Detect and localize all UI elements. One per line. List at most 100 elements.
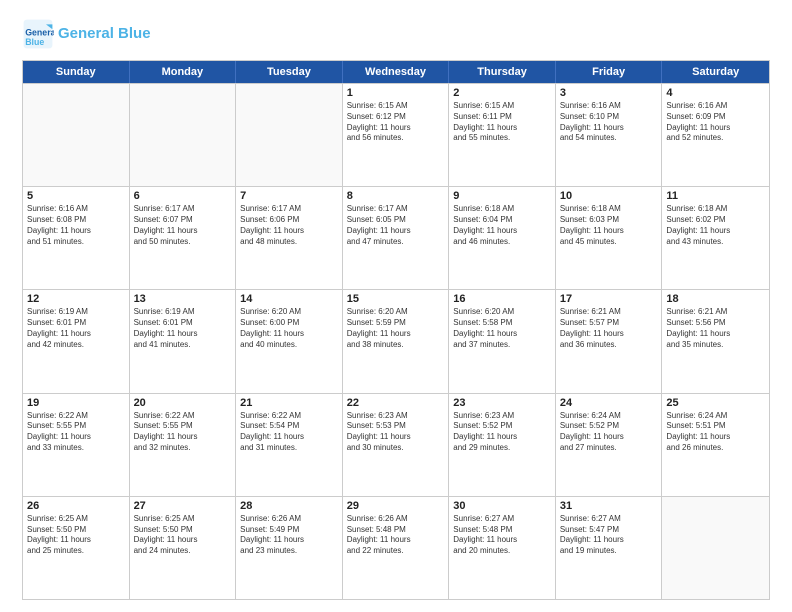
day-number: 14 [240, 293, 338, 305]
calendar-cell-r1-c0: 5 Sunrise: 6:16 AM Sunset: 6:08 PM Daylig… [23, 187, 130, 289]
calendar-row-1: 5 Sunrise: 6:16 AM Sunset: 6:08 PM Daylig… [23, 186, 769, 289]
cell-info: Sunrise: 6:23 AM Sunset: 5:53 PM Dayligh… [347, 411, 445, 454]
day-number: 5 [27, 190, 125, 202]
day-number: 21 [240, 397, 338, 409]
day-number: 4 [666, 87, 765, 99]
page: General Blue General Blue SundayMondayTu… [0, 0, 792, 612]
day-number: 8 [347, 190, 445, 202]
cell-info: Sunrise: 6:16 AM Sunset: 6:10 PM Dayligh… [560, 101, 658, 144]
day-number: 23 [453, 397, 551, 409]
day-header-monday: Monday [130, 61, 237, 83]
cell-info: Sunrise: 6:20 AM Sunset: 5:59 PM Dayligh… [347, 307, 445, 350]
calendar-cell-r4-c1: 27Sunrise: 6:25 AM Sunset: 5:50 PM Dayli… [130, 497, 237, 599]
logo-icon: General Blue [22, 18, 54, 50]
calendar-cell-r2-c3: 15 Sunrise: 6:20 AM Sunset: 5:59 PM Dayli… [343, 290, 450, 392]
day-number: 16 [453, 293, 551, 305]
day-number: 11 [666, 190, 765, 202]
cell-info: Sunrise: 6:15 AM Sunset: 6:11 PM Dayligh… [453, 101, 551, 144]
calendar-row-0: 1 Sunrise: 6:15 AM Sunset: 6:12 PM Daylig… [23, 83, 769, 186]
calendar-cell-r2-c0: 12 Sunrise: 6:19 AM Sunset: 6:01 PM Dayli… [23, 290, 130, 392]
cell-info: Sunrise: 6:17 AM Sunset: 6:06 PM Dayligh… [240, 204, 338, 247]
calendar-row-4: 26Sunrise: 6:25 AM Sunset: 5:50 PM Dayli… [23, 496, 769, 599]
calendar-cell-r0-c3: 1 Sunrise: 6:15 AM Sunset: 6:12 PM Daylig… [343, 84, 450, 186]
cell-info: Sunrise: 6:26 AM Sunset: 5:48 PM Dayligh… [347, 514, 445, 557]
day-number: 3 [560, 87, 658, 99]
calendar-cell-r1-c1: 6Sunrise: 6:17 AM Sunset: 6:07 PM Daylig… [130, 187, 237, 289]
day-number: 10 [560, 190, 658, 202]
logo: General Blue General Blue [22, 18, 151, 50]
cell-info: Sunrise: 6:24 AM Sunset: 5:51 PM Dayligh… [666, 411, 765, 454]
day-number: 27 [134, 500, 232, 512]
cell-info: Sunrise: 6:18 AM Sunset: 6:02 PM Dayligh… [666, 204, 765, 247]
calendar-cell-r0-c0 [23, 84, 130, 186]
day-number: 2 [453, 87, 551, 99]
calendar-cell-r3-c5: 24 Sunrise: 6:24 AM Sunset: 5:52 PM Dayli… [556, 394, 663, 496]
cell-info: Sunrise: 6:22 AM Sunset: 5:55 PM Dayligh… [134, 411, 232, 454]
calendar-cell-r1-c5: 10Sunrise: 6:18 AM Sunset: 6:03 PM Dayli… [556, 187, 663, 289]
day-number: 22 [347, 397, 445, 409]
day-header-thursday: Thursday [449, 61, 556, 83]
cell-info: Sunrise: 6:17 AM Sunset: 6:05 PM Dayligh… [347, 204, 445, 247]
calendar-row-2: 12 Sunrise: 6:19 AM Sunset: 6:01 PM Dayli… [23, 289, 769, 392]
calendar-cell-r2-c1: 13Sunrise: 6:19 AM Sunset: 6:01 PM Dayli… [130, 290, 237, 392]
cell-info: Sunrise: 6:15 AM Sunset: 6:12 PM Dayligh… [347, 101, 445, 144]
calendar-cell-r1-c3: 8 Sunrise: 6:17 AM Sunset: 6:05 PM Daylig… [343, 187, 450, 289]
day-number: 25 [666, 397, 765, 409]
cell-info: Sunrise: 6:23 AM Sunset: 5:52 PM Dayligh… [453, 411, 551, 454]
day-number: 24 [560, 397, 658, 409]
day-number: 30 [453, 500, 551, 512]
svg-text:General: General [25, 28, 54, 38]
day-number: 7 [240, 190, 338, 202]
cell-info: Sunrise: 6:27 AM Sunset: 5:48 PM Dayligh… [453, 514, 551, 557]
calendar-header: SundayMondayTuesdayWednesdayThursdayFrid… [23, 61, 769, 83]
day-number: 13 [134, 293, 232, 305]
cell-info: Sunrise: 6:20 AM Sunset: 5:58 PM Dayligh… [453, 307, 551, 350]
day-number: 6 [134, 190, 232, 202]
day-number: 18 [666, 293, 765, 305]
day-header-tuesday: Tuesday [236, 61, 343, 83]
calendar-cell-r4-c2: 28 Sunrise: 6:26 AM Sunset: 5:49 PM Dayli… [236, 497, 343, 599]
day-number: 17 [560, 293, 658, 305]
calendar-cell-r2-c2: 14Sunrise: 6:20 AM Sunset: 6:00 PM Dayli… [236, 290, 343, 392]
calendar: SundayMondayTuesdayWednesdayThursdayFrid… [22, 60, 770, 600]
calendar-cell-r1-c6: 11 Sunrise: 6:18 AM Sunset: 6:02 PM Dayli… [662, 187, 769, 289]
cell-info: Sunrise: 6:25 AM Sunset: 5:50 PM Dayligh… [27, 514, 125, 557]
calendar-cell-r4-c4: 30 Sunrise: 6:27 AM Sunset: 5:48 PM Dayli… [449, 497, 556, 599]
cell-info: Sunrise: 6:27 AM Sunset: 5:47 PM Dayligh… [560, 514, 658, 557]
day-number: 31 [560, 500, 658, 512]
day-number: 15 [347, 293, 445, 305]
day-number: 28 [240, 500, 338, 512]
cell-info: Sunrise: 6:22 AM Sunset: 5:55 PM Dayligh… [27, 411, 125, 454]
cell-info: Sunrise: 6:21 AM Sunset: 5:56 PM Dayligh… [666, 307, 765, 350]
calendar-cell-r3-c3: 22 Sunrise: 6:23 AM Sunset: 5:53 PM Dayli… [343, 394, 450, 496]
day-number: 20 [134, 397, 232, 409]
day-number: 12 [27, 293, 125, 305]
cell-info: Sunrise: 6:22 AM Sunset: 5:54 PM Dayligh… [240, 411, 338, 454]
calendar-row-3: 19Sunrise: 6:22 AM Sunset: 5:55 PM Dayli… [23, 393, 769, 496]
day-header-wednesday: Wednesday [343, 61, 450, 83]
calendar-cell-r1-c2: 7 Sunrise: 6:17 AM Sunset: 6:06 PM Daylig… [236, 187, 343, 289]
day-number: 29 [347, 500, 445, 512]
logo-general: General [58, 25, 114, 42]
calendar-cell-r4-c5: 31 Sunrise: 6:27 AM Sunset: 5:47 PM Dayli… [556, 497, 663, 599]
calendar-cell-r0-c1 [130, 84, 237, 186]
calendar-cell-r1-c4: 9 Sunrise: 6:18 AM Sunset: 6:04 PM Daylig… [449, 187, 556, 289]
svg-text:Blue: Blue [25, 37, 44, 47]
day-number: 9 [453, 190, 551, 202]
cell-info: Sunrise: 6:16 AM Sunset: 6:09 PM Dayligh… [666, 101, 765, 144]
cell-info: Sunrise: 6:19 AM Sunset: 6:01 PM Dayligh… [27, 307, 125, 350]
day-header-saturday: Saturday [662, 61, 769, 83]
cell-info: Sunrise: 6:26 AM Sunset: 5:49 PM Dayligh… [240, 514, 338, 557]
calendar-cell-r2-c5: 17Sunrise: 6:21 AM Sunset: 5:57 PM Dayli… [556, 290, 663, 392]
cell-info: Sunrise: 6:16 AM Sunset: 6:08 PM Dayligh… [27, 204, 125, 247]
calendar-cell-r0-c6: 4 Sunrise: 6:16 AM Sunset: 6:09 PM Daylig… [662, 84, 769, 186]
header: General Blue General Blue [22, 18, 770, 50]
cell-info: Sunrise: 6:18 AM Sunset: 6:04 PM Dayligh… [453, 204, 551, 247]
calendar-cell-r0-c2 [236, 84, 343, 186]
calendar-cell-r2-c4: 16 Sunrise: 6:20 AM Sunset: 5:58 PM Dayli… [449, 290, 556, 392]
cell-info: Sunrise: 6:24 AM Sunset: 5:52 PM Dayligh… [560, 411, 658, 454]
day-number: 1 [347, 87, 445, 99]
calendar-cell-r0-c5: 3 Sunrise: 6:16 AM Sunset: 6:10 PM Daylig… [556, 84, 663, 186]
calendar-cell-r3-c6: 25 Sunrise: 6:24 AM Sunset: 5:51 PM Dayli… [662, 394, 769, 496]
calendar-cell-r0-c4: 2 Sunrise: 6:15 AM Sunset: 6:11 PM Daylig… [449, 84, 556, 186]
